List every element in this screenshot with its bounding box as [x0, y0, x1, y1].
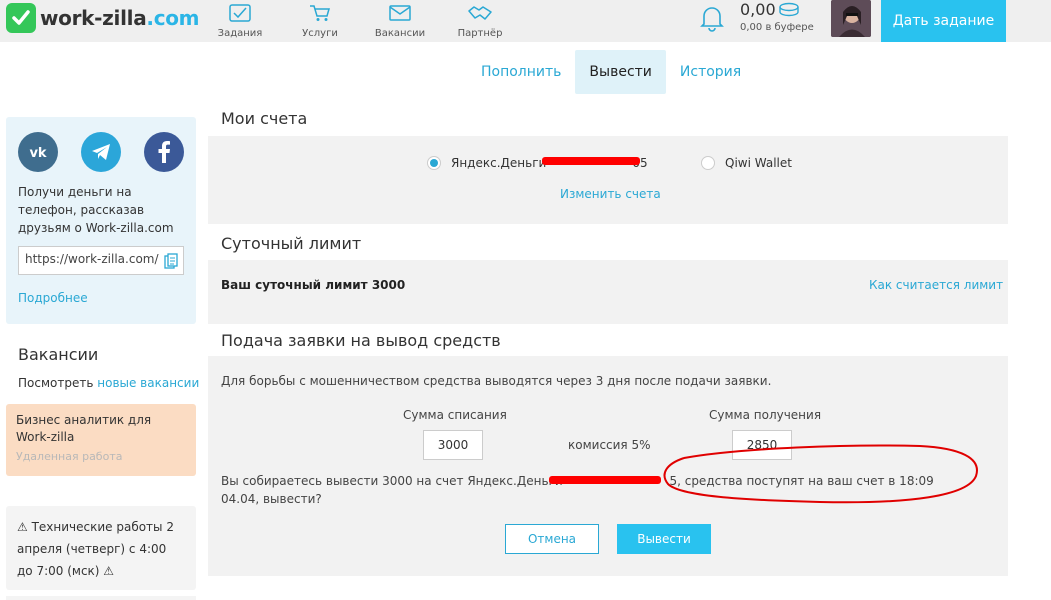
- main-nav: Задания Услуги Вакансии Партнёр: [200, 0, 520, 42]
- give-task-button[interactable]: Дать задание: [881, 0, 1006, 42]
- maintenance-notice: ⚠ Технические работы 2 апреля (четверг) …: [6, 506, 196, 590]
- debit-input[interactable]: 3000: [423, 430, 483, 460]
- wallet-tabs: Пополнить Вывести История: [467, 50, 755, 94]
- svg-text:vk: vk: [29, 146, 46, 159]
- coins-icon: [778, 2, 800, 22]
- logo-text: work-zilla.com: [40, 6, 200, 30]
- balance-buffer: 0,00 в буфере: [740, 22, 814, 33]
- commission-label: комиссия 5%: [568, 438, 651, 452]
- nav-vacancies-label: Вакансии: [374, 28, 426, 39]
- share-url-field[interactable]: https://work-zilla.com/: [18, 246, 184, 275]
- radio-qiwi-circle: [701, 156, 715, 170]
- limit-panel: [208, 260, 1008, 324]
- mail-icon: [389, 5, 411, 21]
- sidebar-strip: [6, 596, 196, 600]
- vacancy-card[interactable]: Бизнес аналитик для Work-zilla Удаленная…: [6, 404, 196, 476]
- nav-tasks[interactable]: Задания: [200, 0, 280, 42]
- nav-services[interactable]: Услуги: [280, 0, 360, 42]
- redaction-mark: [542, 157, 640, 165]
- radio-yandex-circle: [427, 156, 441, 170]
- telegram-icon[interactable]: [81, 132, 121, 172]
- vacancies-title: Вакансии: [18, 345, 99, 364]
- facebook-icon[interactable]: [144, 132, 184, 172]
- vacancy-title: Бизнес аналитик для Work-zilla: [16, 413, 152, 444]
- balance[interactable]: 0,00 0,00 в буфере: [740, 0, 814, 33]
- vk-icon[interactable]: vk: [18, 132, 58, 172]
- balance-amount: 0,00: [740, 0, 776, 19]
- nav-partner-label: Партнёр: [457, 28, 503, 39]
- handshake-icon: [468, 6, 492, 20]
- tab-deposit[interactable]: Пополнить: [467, 50, 575, 94]
- vacancies-see: Посмотреть новые вакансии: [18, 376, 200, 390]
- cart-icon: [310, 5, 330, 21]
- nav-tasks-label: Задания: [217, 28, 263, 39]
- radio-qiwi[interactable]: Qiwi Wallet: [701, 156, 792, 170]
- vacancy-subtitle: Удаленная работа: [16, 450, 123, 463]
- limit-text: Ваш суточный лимит 3000: [221, 278, 406, 292]
- bell-icon[interactable]: [699, 4, 725, 36]
- nav-vacancies[interactable]: Вакансии: [360, 0, 440, 42]
- confirm-prefix: Вы собираетесь вывести 3000 на счет Янде…: [221, 474, 563, 488]
- limit-how-link[interactable]: Как считается лимит: [869, 278, 1003, 292]
- limit-title: Суточный лимит: [221, 234, 362, 253]
- avatar[interactable]: [831, 0, 871, 37]
- radio-yandex-label: Яндекс.Деньги: [451, 156, 547, 170]
- nav-services-label: Услуги: [302, 28, 338, 39]
- change-accounts-link[interactable]: Изменить счета: [560, 187, 661, 201]
- redaction-mark: [549, 476, 661, 484]
- copy-icon[interactable]: [164, 253, 178, 272]
- receive-label: Сумма получения: [709, 408, 822, 422]
- tab-withdraw[interactable]: Вывести: [575, 50, 666, 94]
- accounts-panel: [208, 136, 1008, 224]
- logo-check-icon: [6, 3, 36, 33]
- share-url: https://work-zilla.com/: [25, 252, 159, 266]
- fraud-note: Для борьбы с мошенничеством средства выв…: [221, 374, 772, 388]
- accounts-title: Мои счета: [221, 109, 308, 128]
- annotation-oval: [663, 444, 978, 504]
- more-link[interactable]: Подробнее: [18, 291, 88, 305]
- submit-withdraw-button[interactable]: Вывести: [617, 524, 711, 554]
- logo[interactable]: work-zilla.com: [6, 3, 200, 33]
- share-card: vk Получи деньги на телефон, рассказав д…: [6, 117, 196, 324]
- tasks-icon: [229, 4, 251, 22]
- top-header: work-zilla.com Задания Услуги Вакансии П…: [0, 0, 1051, 42]
- withdraw-title: Подача заявки на вывод средств: [221, 331, 501, 350]
- debit-label: Сумма списания: [403, 408, 507, 422]
- cancel-button[interactable]: Отмена: [505, 524, 599, 554]
- new-vacancies-link[interactable]: новые вакансии: [97, 376, 199, 390]
- radio-qiwi-label: Qiwi Wallet: [725, 156, 792, 170]
- share-text: Получи деньги на телефон, рассказав друз…: [18, 185, 174, 235]
- nav-partner[interactable]: Партнёр: [440, 0, 520, 42]
- tab-history[interactable]: История: [666, 50, 755, 94]
